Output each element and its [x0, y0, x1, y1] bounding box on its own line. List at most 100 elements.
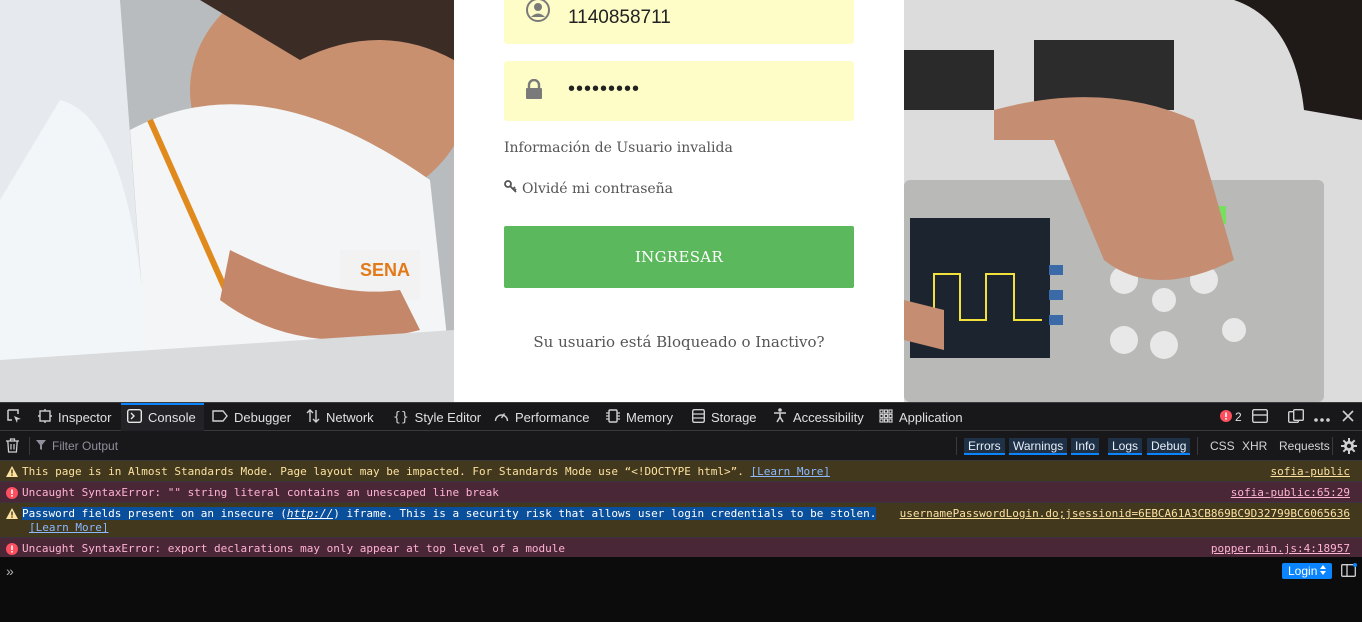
tab-console[interactable]: Console [121, 403, 204, 431]
split-console-button[interactable] [1251, 403, 1269, 431]
clear-console-button[interactable] [6, 438, 19, 456]
filter-debug-button[interactable]: Debug [1147, 438, 1191, 455]
tab-style-editor[interactable]: {} Style Editor [387, 403, 487, 431]
message-text-link: http:// [286, 507, 334, 520]
tab-label: Storage [711, 409, 757, 425]
message-text: This page is in Almost Standards Mode. P… [22, 465, 744, 478]
forgot-password-label: Olvidé mi contraseña [522, 180, 674, 197]
element-picker-button[interactable] [0, 403, 28, 431]
sidebar-icon [1341, 563, 1357, 580]
network-icon [306, 408, 320, 426]
tab-performance[interactable]: Performance [488, 403, 595, 431]
performance-icon [494, 409, 509, 426]
split-console-icon [1251, 408, 1269, 426]
dock-icon [1287, 408, 1305, 426]
filter-errors-button[interactable]: Errors [964, 438, 1005, 455]
tab-label: Style Editor [414, 409, 482, 425]
filter-output-input[interactable]: Filter Output [36, 435, 936, 457]
warning-icon [6, 466, 18, 480]
message-source-link[interactable]: sofia-public:65:29 [1231, 486, 1350, 499]
evaluation-context-select[interactable]: Login [1282, 563, 1333, 579]
tab-label: Accessibility [793, 409, 864, 425]
more-options-button[interactable] [1314, 403, 1330, 431]
message-text: Uncaught SyntaxError: "" string literal … [22, 486, 499, 499]
learn-more-link[interactable]: [Learn More] [750, 465, 829, 478]
tab-label: Performance [515, 409, 590, 425]
forgot-password-link[interactable]: Olvidé mi contraseña [504, 180, 673, 197]
tab-application[interactable]: Application [873, 403, 969, 431]
error-icon [6, 543, 18, 558]
message-source-link[interactable]: usernamePasswordLogin.do;jsessionid=6EBC… [900, 507, 1350, 520]
key-icon [504, 180, 517, 197]
web-page: SENA 1140858711 ••••••••• Información de… [0, 0, 1362, 402]
gear-icon [1341, 438, 1357, 457]
filter-css-button[interactable]: CSS [1206, 438, 1239, 455]
divider [956, 437, 957, 455]
message-source-link[interactable]: popper.min.js:4:18957 [1211, 542, 1350, 555]
console-message: This page is in Almost Standards Mode. P… [0, 461, 1362, 482]
filter-xhr-button[interactable]: XHR [1238, 438, 1271, 455]
learn-more-link[interactable]: [Learn More] [29, 521, 108, 534]
inspector-icon [38, 408, 52, 426]
error-icon [6, 487, 18, 502]
context-label: Login [1288, 564, 1318, 578]
console-message: Uncaught SyntaxError: export declaration… [0, 538, 1362, 559]
console-input[interactable]: » [0, 557, 1362, 587]
error-count: 2 [1235, 410, 1242, 424]
svg-text:SENA: SENA [360, 260, 410, 280]
close-icon [1342, 409, 1354, 425]
application-icon [879, 408, 893, 426]
blocked-user-link[interactable]: Su usuario está Bloqueado o Inactivo? [454, 333, 904, 351]
sidebar-toggle-button[interactable] [1341, 563, 1357, 580]
tab-label: Application [899, 409, 963, 425]
tab-label: Console [148, 409, 196, 425]
background-photo-right [904, 0, 1362, 402]
tab-accessibility[interactable]: Accessibility [767, 403, 870, 431]
message-source-link[interactable]: sofia-public [1271, 465, 1350, 478]
devtools-toolbar: Inspector Console Debugger Network {} St… [0, 402, 1362, 431]
tab-label: Network [326, 409, 374, 425]
tab-inspector[interactable]: Inspector [32, 403, 117, 431]
tab-memory[interactable]: Memory [600, 403, 679, 431]
background-photo-left: SENA [0, 0, 454, 402]
filter-requests-button[interactable]: Requests [1275, 438, 1334, 455]
storage-icon [691, 408, 706, 426]
trash-icon [6, 438, 19, 456]
console-settings-button[interactable] [1341, 438, 1357, 457]
filter-icon [36, 439, 46, 453]
picker-icon [6, 408, 22, 427]
tab-debugger[interactable]: Debugger [206, 403, 297, 431]
message-text: Password fields present on an insecure ( [22, 507, 287, 520]
style-editor-icon: {} [393, 409, 409, 425]
divider [1332, 437, 1333, 455]
tab-network[interactable]: Network [300, 403, 380, 431]
tab-label: Memory [626, 409, 673, 425]
close-devtools-button[interactable] [1342, 403, 1354, 431]
message-text: Uncaught SyntaxError: export declaration… [22, 542, 566, 555]
username-value: 1140858711 [568, 7, 671, 28]
prompt-chevron-icon: » [6, 563, 14, 579]
filter-info-button[interactable]: Info [1071, 438, 1100, 455]
username-field[interactable]: 1140858711 [504, 0, 854, 44]
debugger-icon [212, 409, 228, 425]
accessibility-icon [773, 408, 787, 426]
filter-logs-button[interactable]: Logs [1108, 438, 1143, 455]
divider [29, 437, 30, 455]
devtools-panel: Inspector Console Debugger Network {} St… [0, 402, 1362, 622]
error-icon [1220, 409, 1232, 425]
memory-icon [606, 408, 620, 426]
console-message: Uncaught SyntaxError: "" string literal … [0, 482, 1362, 503]
error-count-badge[interactable]: 2 [1220, 403, 1242, 431]
message-text: ) iframe. This is a security risk that a… [333, 507, 877, 520]
password-field[interactable]: ••••••••• [504, 61, 854, 121]
login-button[interactable]: INGRESAR [504, 226, 854, 288]
tab-label: Inspector [58, 409, 112, 425]
console-icon [126, 408, 143, 426]
lock-icon [526, 78, 542, 104]
tab-storage[interactable]: Storage [686, 403, 763, 431]
dock-toggle-button[interactable] [1287, 403, 1305, 431]
updown-icon [1320, 563, 1327, 579]
password-value: ••••••••• [568, 78, 641, 100]
filter-warnings-button[interactable]: Warnings [1009, 438, 1068, 455]
oscilloscope-photo [904, 0, 1362, 402]
